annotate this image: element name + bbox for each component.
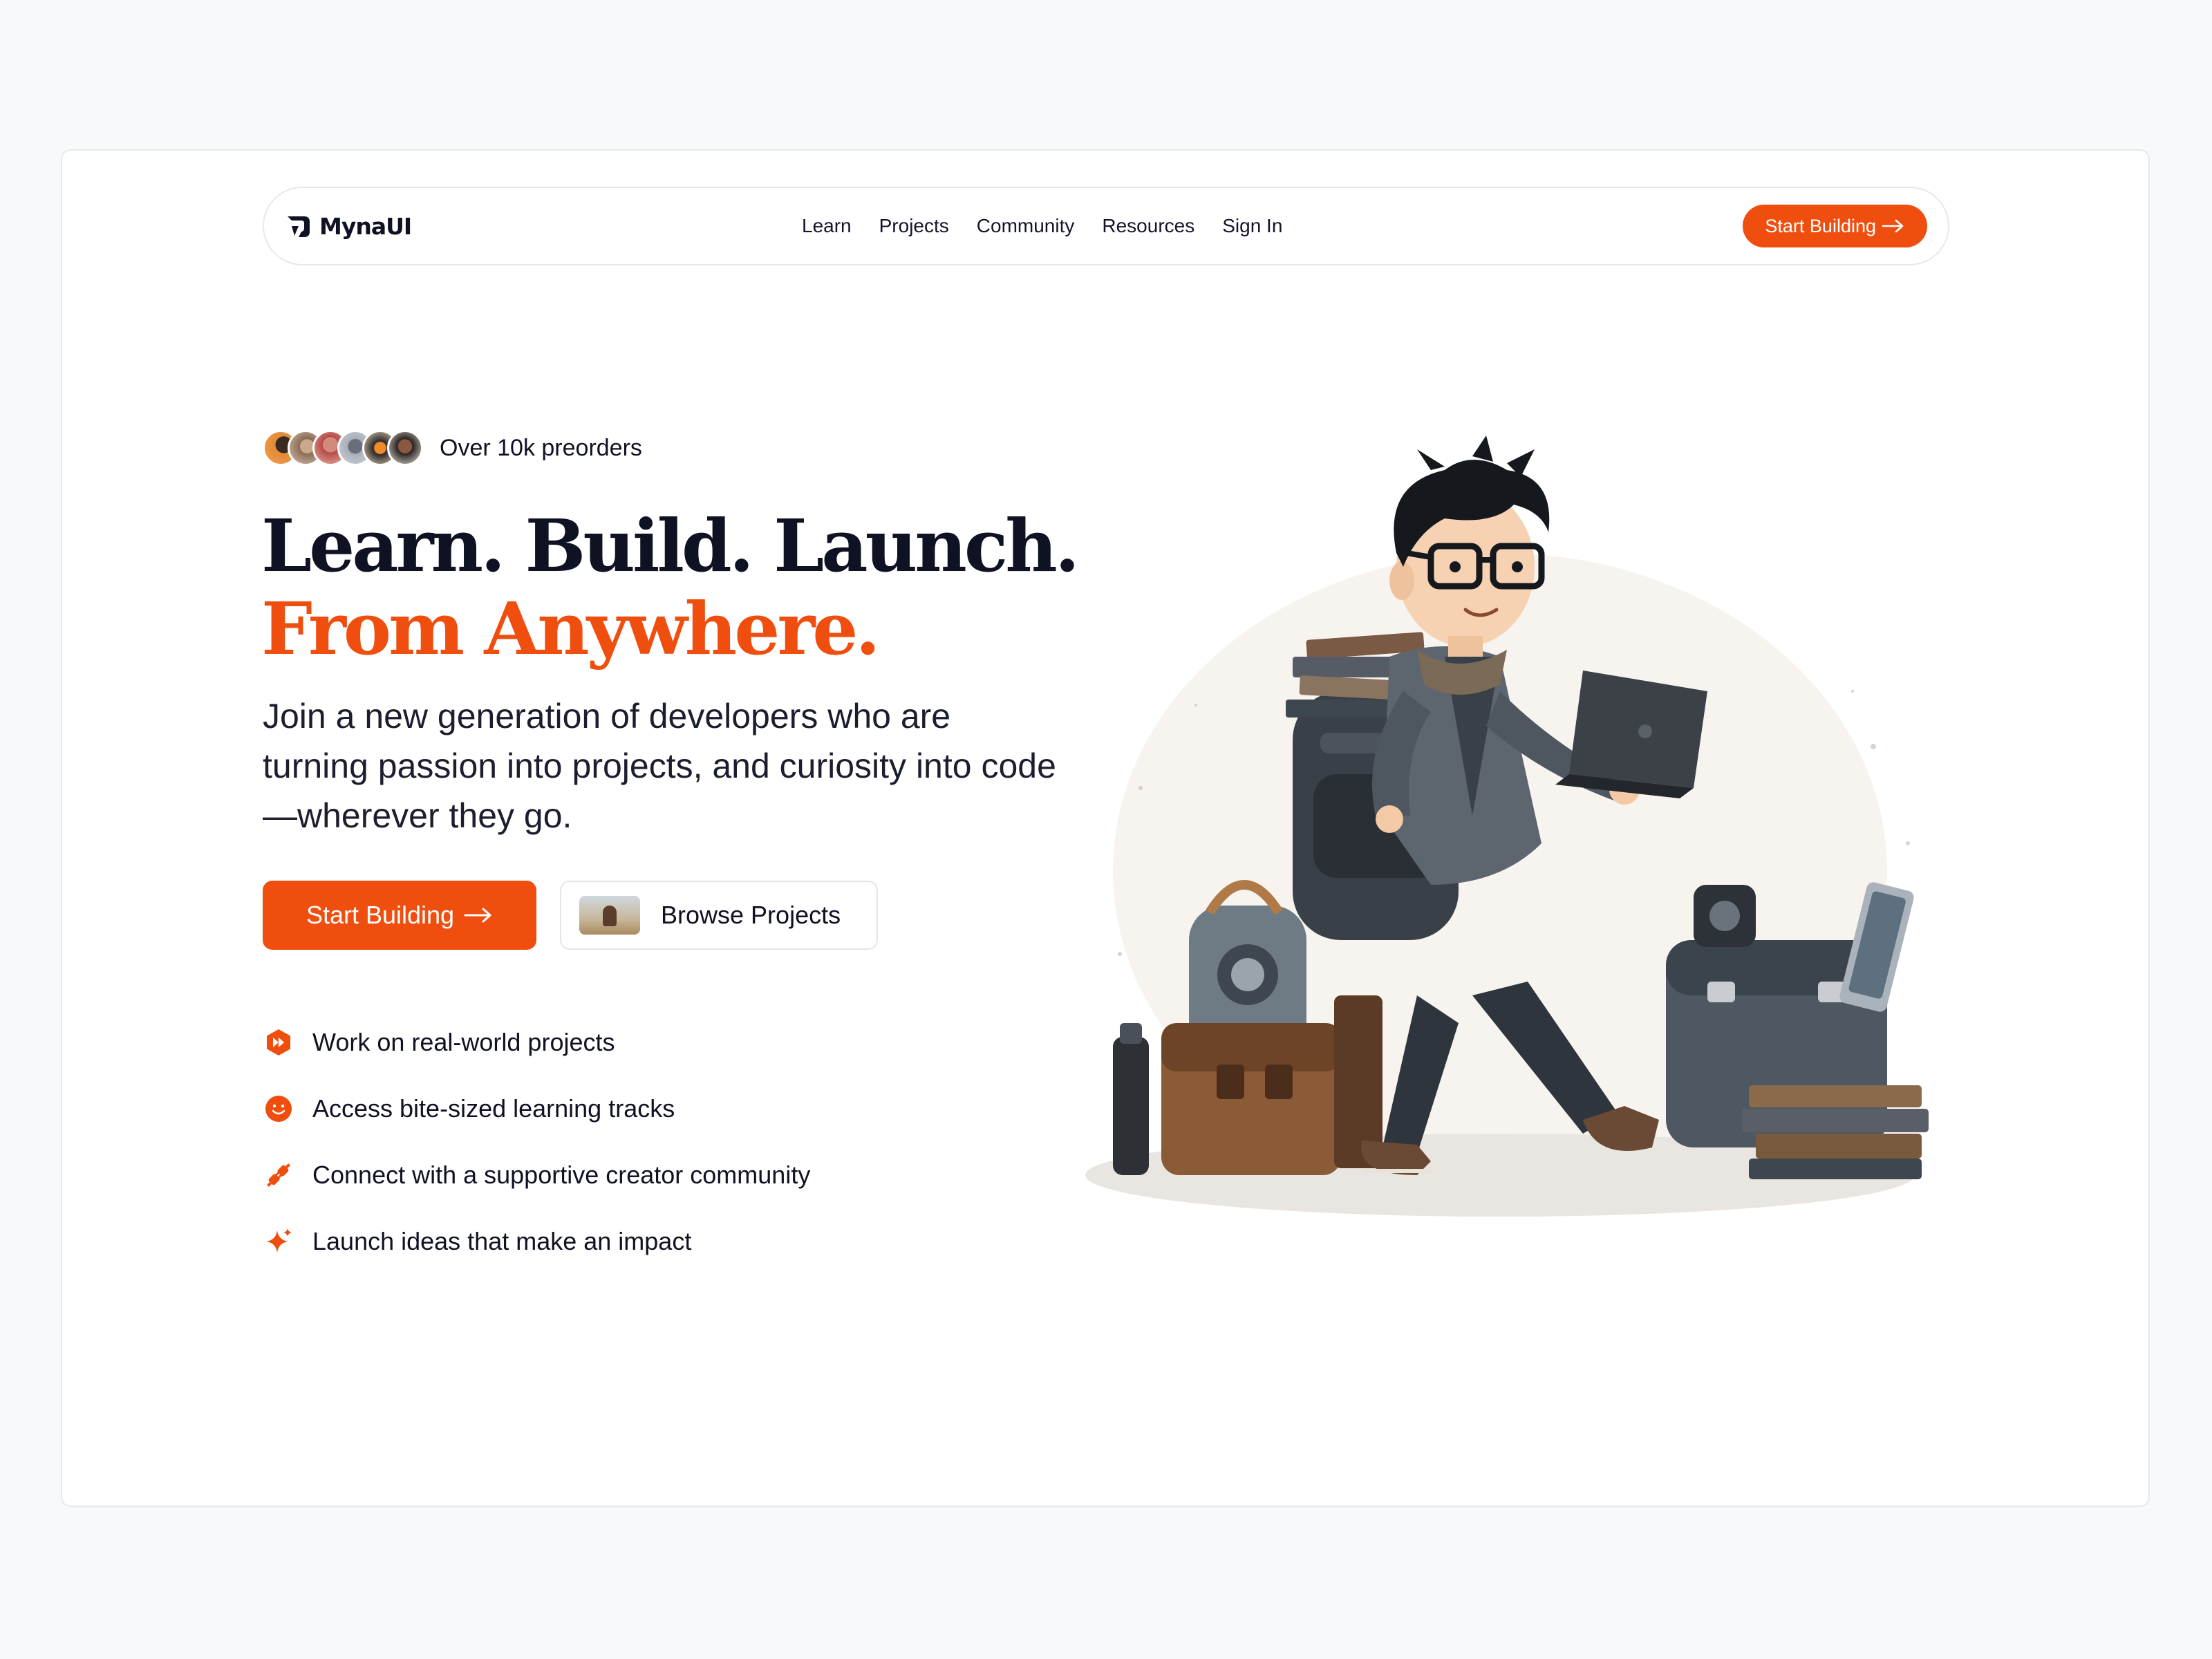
logo[interactable]: MynaUI (285, 188, 412, 264)
project-thumbnail (579, 896, 640, 935)
plug-icon (263, 1159, 294, 1191)
start-building-label: Start Building (306, 901, 455, 929)
fast-forward-hexagon-icon (263, 1027, 294, 1058)
thumbnail-person (603, 906, 617, 926)
browse-projects-label: Browse Projects (661, 901, 841, 929)
headline-line-1: Learn. Build. Launch. (261, 503, 1080, 588)
arrow-right-icon (464, 908, 491, 923)
browse-projects-button[interactable]: Browse Projects (560, 881, 878, 950)
feature-list: Work on real-world projects Access bite-… (263, 1009, 810, 1275)
sparkles-icon (263, 1226, 294, 1257)
smiley-icon (263, 1093, 294, 1125)
hero-headline: Learn. Build. Launch. From Anywhere. (261, 503, 1080, 671)
preorders-row: Over 10k preorders (263, 427, 642, 469)
avatar-stack (263, 430, 423, 466)
feature-label: Launch ideas that make an impact (312, 1227, 692, 1255)
avatar (387, 430, 423, 466)
nav-link-sign-in[interactable]: Sign In (1222, 215, 1282, 237)
list-item: Access bite-sized learning tracks (263, 1076, 810, 1142)
headline-line-2: From Anywhere. (261, 586, 881, 671)
feature-label: Access bite-sized learning tracks (312, 1094, 675, 1123)
nav-link-resources[interactable]: Resources (1102, 215, 1194, 237)
brand-name: MynaUI (319, 212, 412, 240)
nav-link-community[interactable]: Community (977, 215, 1075, 237)
nav-link-projects[interactable]: Projects (879, 215, 949, 237)
feature-label: Connect with a supportive creator commun… (312, 1161, 811, 1189)
list-item: Work on real-world projects (263, 1009, 810, 1076)
myna-logo-icon (288, 216, 310, 237)
navbar: MynaUI Learn Projects Community Resource… (263, 187, 1949, 265)
nav-start-building-button[interactable]: Start Building (1743, 205, 1927, 247)
nav-link-learn[interactable]: Learn (802, 215, 852, 237)
feature-label: Work on real-world projects (312, 1028, 615, 1056)
hero-subtext: Join a new generation of developers who … (263, 697, 1056, 835)
nav-cta-label: Start Building (1765, 215, 1876, 236)
start-building-button[interactable]: Start Building (263, 881, 536, 950)
list-item: Launch ideas that make an impact (263, 1208, 810, 1275)
arrow-right-icon (1882, 219, 1904, 233)
nav-links: Learn Projects Community Resources Sign … (802, 188, 1310, 264)
student-with-laptop-illustration (1085, 435, 1929, 1217)
preorders-text: Over 10k preorders (440, 434, 642, 461)
list-item: Connect with a supportive creator commun… (263, 1142, 810, 1208)
